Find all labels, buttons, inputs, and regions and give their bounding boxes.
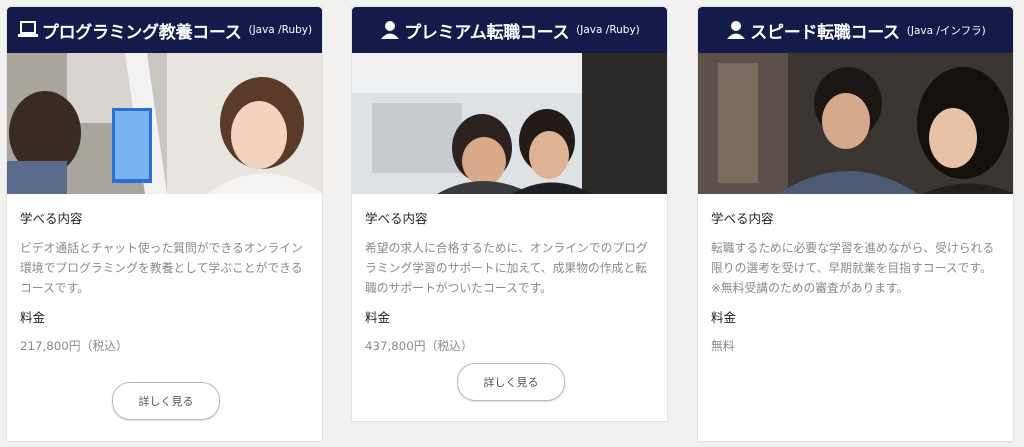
course-language-tag: (Java /インフラ) — [906, 24, 986, 37]
course-language-tag: (Java /Ruby) — [248, 24, 313, 36]
course-card-programming-culture: プログラミング教養コース (Java /Ruby) 学べる内容 ビデオ通話とチャ… — [6, 6, 323, 442]
learn-label: 学べる内容 — [711, 211, 774, 226]
course-photo — [7, 53, 322, 194]
price-label: 料金 — [711, 310, 737, 325]
course-card-speed-career: スピード転職コース (Java /インフラ) 学べる内容 転職するために必要な学… — [697, 6, 1014, 442]
course-description: 転職するために必要な学習を進めながら、受けられる限りの選考を受けて、早期就業を目… — [711, 241, 995, 275]
learn-label: 学べる内容 — [365, 211, 428, 226]
course-description: 希望の求人に合格するために、オンラインでのプログラミング学習のサポートに加えて、… — [365, 241, 648, 295]
learn-label: 学べる内容 — [20, 211, 83, 226]
card-header: スピード転職コース (Java /インフラ) — [698, 7, 1013, 53]
laptop-icon — [17, 20, 39, 40]
course-price: 437,800円（税込） — [365, 339, 473, 353]
course-title: プレミアム転職コース — [404, 22, 570, 43]
course-card-premium-career: プレミアム転職コース (Java /Ruby) 学べる内容 希望の求人に合格する… — [351, 6, 668, 422]
course-price: 無料 — [711, 339, 735, 353]
course-photo — [698, 53, 1013, 194]
details-button[interactable]: 詳しく見る — [112, 382, 220, 420]
price-label: 料金 — [365, 310, 391, 325]
course-price: 217,800円（税込） — [20, 339, 128, 353]
course-photo — [352, 53, 667, 194]
details-button[interactable]: 詳しく見る — [457, 363, 565, 401]
person-icon — [725, 20, 747, 40]
course-language-tag: (Java /Ruby) — [576, 24, 640, 36]
course-description: ビデオ通話とチャット使った質問ができるオンライン環境でプログラミングを教養として… — [20, 241, 303, 295]
screening-note: ※無料受講のための審査があります。 — [711, 281, 909, 295]
price-label: 料金 — [20, 310, 46, 325]
card-header: プログラミング教養コース (Java /Ruby) — [7, 7, 322, 53]
person-icon — [379, 20, 401, 40]
course-title: プログラミング教養コース — [41, 22, 242, 43]
card-header: プレミアム転職コース (Java /Ruby) — [352, 7, 667, 53]
course-title: スピード転職コース — [750, 22, 900, 43]
